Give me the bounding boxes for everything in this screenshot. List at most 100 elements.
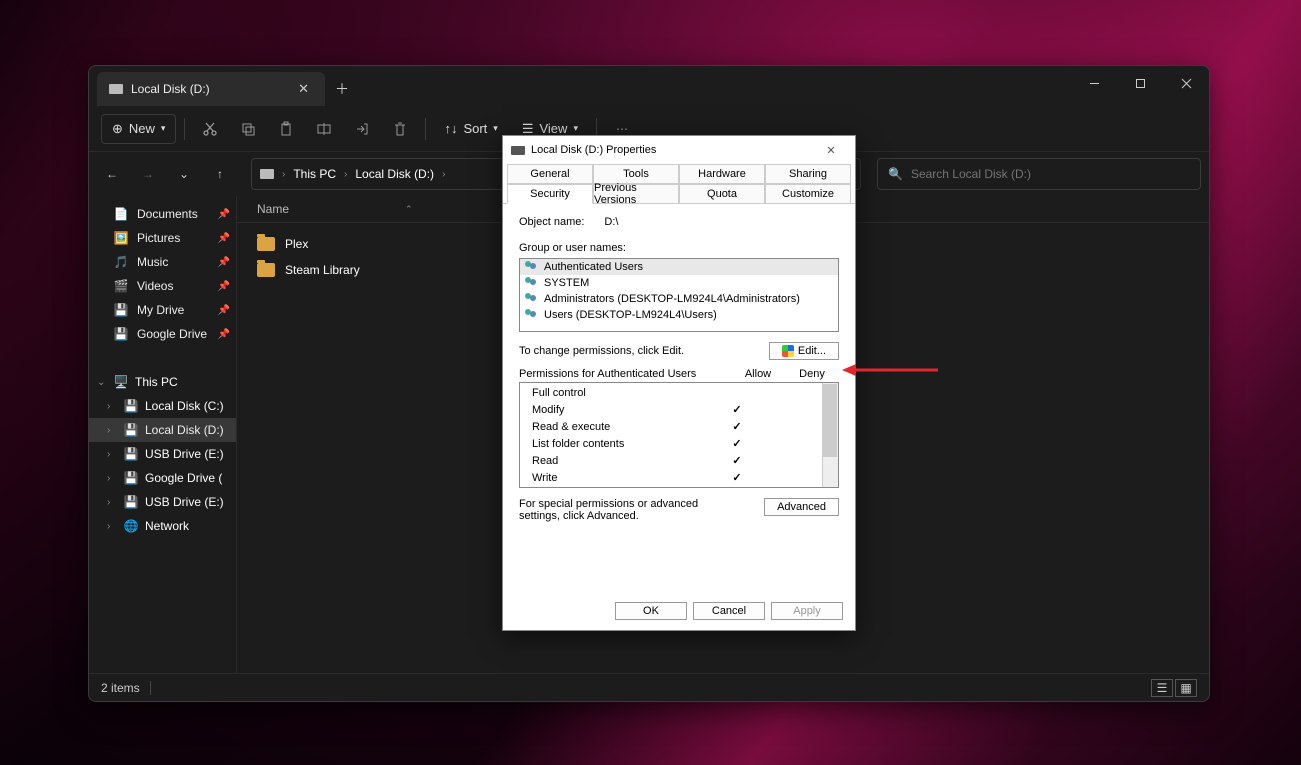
tab-sharing[interactable]: Sharing — [765, 164, 851, 184]
drive-icon: 🌐 — [123, 519, 139, 533]
sidebar-item-music[interactable]: 🎵Music📌 — [89, 250, 236, 274]
cancel-button[interactable]: Cancel — [693, 602, 765, 620]
paste-button[interactable] — [269, 113, 303, 145]
sidebar-item-google-drive[interactable]: 💾Google Drive📌 — [89, 322, 236, 346]
cut-button[interactable] — [193, 113, 227, 145]
pin-icon: 📌 — [218, 329, 230, 340]
permission-row: Read & execute✓ — [520, 419, 838, 436]
separator — [425, 118, 426, 140]
search-box[interactable]: 🔍 — [877, 158, 1201, 190]
scrollbar-thumb[interactable] — [823, 384, 837, 457]
minimize-button[interactable] — [1071, 66, 1117, 100]
details-view-button[interactable]: ☰ — [1151, 679, 1173, 697]
tab-previous-versions[interactable]: Previous Versions — [593, 184, 679, 204]
tree-item[interactable]: ›💾USB Drive (E:) — [89, 490, 236, 514]
sidebar-item-thispc[interactable]: ⌄ 🖥️ This PC — [89, 370, 236, 394]
chevron-right-icon: › — [107, 497, 117, 508]
group-item[interactable]: Authenticated Users — [520, 259, 838, 275]
doc-icon: 📄 — [113, 207, 129, 221]
scrollbar[interactable] — [822, 383, 838, 487]
sidebar-item-videos[interactable]: 🎬Videos📌 — [89, 274, 236, 298]
new-button[interactable]: ⊕ New ▾ — [101, 114, 176, 144]
forward-button[interactable]: → — [133, 159, 163, 189]
change-permissions-text: To change permissions, click Edit. — [519, 345, 684, 357]
tab-tools[interactable]: Tools — [593, 164, 679, 184]
deny-check — [764, 385, 818, 402]
shield-icon — [782, 345, 794, 357]
dialog-close-button[interactable]: ✕ — [815, 138, 847, 162]
allow-check: ✓ — [710, 436, 764, 453]
allow-check: ✓ — [710, 419, 764, 436]
users-icon — [524, 276, 540, 290]
allow-check — [710, 385, 764, 402]
permissions-listbox[interactable]: Full controlModify✓Read & execute✓List f… — [519, 382, 839, 488]
disk-icon — [109, 84, 123, 94]
dialog-titlebar: Local Disk (D:) Properties ✕ — [503, 136, 855, 164]
deny-header: Deny — [785, 368, 839, 380]
advanced-button[interactable]: Advanced — [764, 498, 839, 516]
close-window-button[interactable] — [1163, 66, 1209, 100]
permission-row: Write✓ — [520, 470, 838, 487]
tab-hardware[interactable]: Hardware — [679, 164, 765, 184]
chevron-right-icon: › — [107, 521, 117, 532]
tree-item[interactable]: ›🌐Network — [89, 514, 236, 538]
search-input[interactable] — [911, 167, 1190, 181]
tree-item[interactable]: ›💾Google Drive ( — [89, 466, 236, 490]
status-bar: 2 items ☰ ▦ — [89, 673, 1209, 701]
sort-asc-icon: ⌃ — [405, 204, 413, 215]
rename-button[interactable] — [307, 113, 341, 145]
tree-item[interactable]: ›💾Local Disk (C:) — [89, 394, 236, 418]
up-button[interactable]: ↑ — [205, 159, 235, 189]
copy-button[interactable] — [231, 113, 265, 145]
back-button[interactable]: ← — [97, 159, 127, 189]
folder-icon — [257, 237, 275, 251]
sidebar-item-documents[interactable]: 📄Documents📌 — [89, 202, 236, 226]
tree-item[interactable]: ›💾USB Drive (E:) — [89, 442, 236, 466]
tab-general[interactable]: General — [507, 164, 593, 184]
chevron-down-icon: ▾ — [573, 123, 578, 134]
sidebar-item-pictures[interactable]: 🖼️Pictures📌 — [89, 226, 236, 250]
group-item[interactable]: SYSTEM — [520, 275, 838, 291]
drive-icon: 💾 — [113, 327, 129, 341]
deny-check — [764, 453, 818, 470]
users-icon — [524, 308, 540, 322]
group-item[interactable]: Administrators (DESKTOP-LM924L4\Administ… — [520, 291, 838, 307]
group-item[interactable]: Users (DESKTOP-LM924L4\Users) — [520, 307, 838, 323]
permissions-header: Permissions for Authenticated Users — [519, 368, 731, 380]
breadcrumb-segment[interactable]: Local Disk (D:) — [355, 167, 434, 181]
share-button[interactable] — [345, 113, 379, 145]
drive-icon: 💾 — [123, 495, 139, 509]
allow-check: ✓ — [710, 470, 764, 487]
deny-check — [764, 419, 818, 436]
sidebar-item-my-drive[interactable]: 💾My Drive📌 — [89, 298, 236, 322]
recent-button[interactable]: ⌄ — [169, 159, 199, 189]
users-icon — [524, 292, 540, 306]
deny-check — [764, 470, 818, 487]
edit-label: Edit... — [798, 345, 826, 357]
new-tab-button[interactable]: ＋ — [325, 72, 359, 106]
video-icon: 🎬 — [113, 279, 129, 293]
delete-button[interactable] — [383, 113, 417, 145]
new-label: New — [129, 121, 155, 136]
col-name[interactable]: Name — [257, 202, 289, 216]
apply-button[interactable]: Apply — [771, 602, 843, 620]
chevron-down-icon: ⌄ — [97, 377, 107, 388]
breadcrumb-segment[interactable]: This PC — [293, 167, 336, 181]
tab-security[interactable]: Security — [507, 184, 593, 204]
tree-item[interactable]: ›💾Local Disk (D:) — [89, 418, 236, 442]
close-tab-button[interactable]: ✕ — [294, 79, 313, 99]
thumbs-view-button[interactable]: ▦ — [1175, 679, 1197, 697]
ok-button[interactable]: OK — [615, 602, 687, 620]
permission-row: Full control — [520, 385, 838, 402]
tab-customize[interactable]: Customize — [765, 184, 851, 204]
window-tab[interactable]: Local Disk (D:) ✕ — [97, 72, 325, 106]
allow-header: Allow — [731, 368, 785, 380]
sort-button[interactable]: ↑↓ Sort ▾ — [434, 115, 507, 142]
edit-button[interactable]: Edit... — [769, 342, 839, 360]
groups-listbox[interactable]: Authenticated UsersSYSTEMAdministrators … — [519, 258, 839, 332]
tab-quota[interactable]: Quota — [679, 184, 765, 204]
chevron-right-icon: › — [442, 169, 445, 180]
properties-dialog: Local Disk (D:) Properties ✕ GeneralTool… — [502, 135, 856, 631]
maximize-button[interactable] — [1117, 66, 1163, 100]
tab-title: Local Disk (D:) — [131, 82, 210, 96]
